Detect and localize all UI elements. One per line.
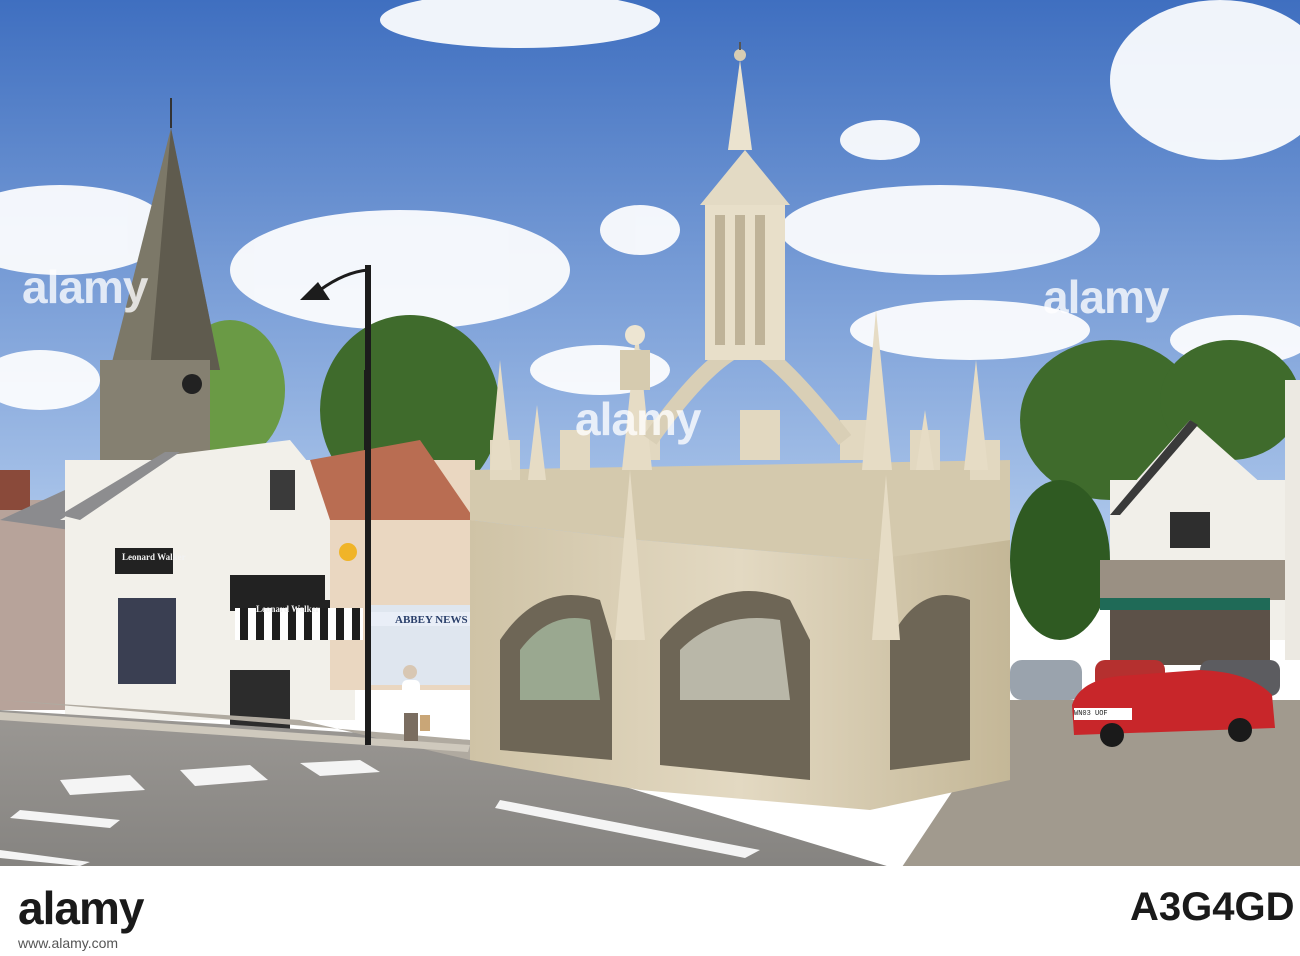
- watermark-center: alamy: [575, 393, 701, 445]
- stock-url[interactable]: www.alamy.com: [18, 935, 118, 951]
- brand-logo[interactable]: alamy: [18, 881, 144, 935]
- leonard-walker-shop-sign: Leonard Walker: [256, 604, 320, 614]
- watermark-left: alamy: [22, 261, 148, 313]
- leonard-walker-sign: Leonard Walker: [122, 552, 186, 562]
- image-id: A3G4GD: [1130, 885, 1295, 929]
- car-number-plate: WN03 UOF: [1074, 710, 1108, 718]
- abbey-news-sign: ABBEY NEWS: [395, 614, 468, 626]
- footer-bar: [0, 866, 1300, 956]
- watermark-right: alamy: [1043, 271, 1169, 323]
